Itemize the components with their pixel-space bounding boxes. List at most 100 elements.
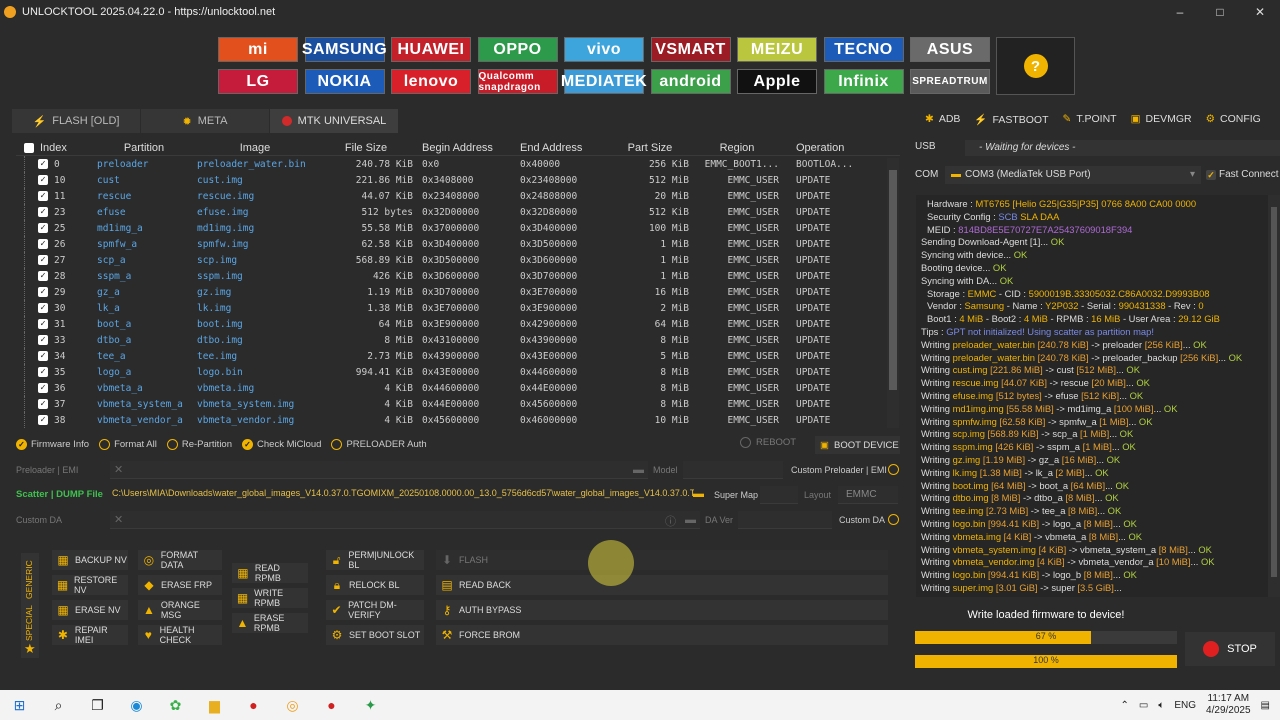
table-row[interactable]: ✓ 33 dtbo_a dtbo.img 8 MiB 0x43100000 0x439000… bbox=[16, 332, 900, 348]
header-part-size[interactable]: Part Size bbox=[608, 142, 692, 154]
brand-huawei[interactable]: HUAWEI bbox=[391, 37, 471, 62]
minimize-button[interactable]: – bbox=[1160, 0, 1200, 24]
brand-mi[interactable]: mi bbox=[218, 37, 298, 62]
row-checkbox[interactable]: ✓ bbox=[38, 351, 48, 361]
com-port-select[interactable]: ▬ COM3 (MediaTek USB Port) ▾ bbox=[945, 166, 1201, 184]
row-checkbox[interactable]: ✓ bbox=[38, 399, 48, 409]
start-icon[interactable]: ⊞ bbox=[0, 690, 39, 720]
file-explorer-icon[interactable]: ▆ bbox=[195, 690, 234, 720]
set-boot-slot-button[interactable]: ⚙ SET BOOT SLOT bbox=[326, 625, 424, 645]
brand-nokia[interactable]: NOKIA bbox=[304, 69, 385, 94]
log-scrollbar[interactable] bbox=[1268, 195, 1280, 597]
task-view-icon[interactable]: ❐ bbox=[78, 690, 117, 720]
header-image[interactable]: Image bbox=[194, 142, 316, 154]
write-rpmb-button[interactable]: ▦ WRITE RPMB bbox=[232, 588, 308, 608]
row-checkbox[interactable]: ✓ bbox=[38, 191, 48, 201]
custom-da-radio[interactable] bbox=[888, 514, 899, 525]
usb-device-select[interactable]: - Waiting for devices - bbox=[965, 140, 1280, 156]
brand-vsmart[interactable]: VSMART bbox=[650, 37, 731, 62]
row-checkbox[interactable]: ✓ bbox=[38, 287, 48, 297]
brand-oppo[interactable]: OPPO bbox=[477, 37, 558, 62]
brand-qualcomm-snapdragon[interactable]: Qualcomm snapdragon bbox=[477, 69, 558, 94]
erase-nv-button[interactable]: ▦ ERASE NV bbox=[52, 600, 128, 620]
row-checkbox[interactable]: ✓ bbox=[38, 335, 48, 345]
table-row[interactable]: ✓ 26 spmfw_a spmfw.img 62.58 KiB 0x3D400000 0x… bbox=[16, 236, 900, 252]
table-row[interactable]: ✓ 10 cust cust.img 221.86 MiB 0x3408000 0x2340… bbox=[16, 172, 900, 188]
info-icon[interactable]: ⓘ bbox=[665, 513, 676, 529]
scrollbar-thumb[interactable] bbox=[889, 170, 897, 390]
reboot-option[interactable]: REBOOT bbox=[740, 437, 796, 448]
super-map-select[interactable] bbox=[760, 486, 798, 504]
format-data-button[interactable]: ◎ FORMAT DATA bbox=[138, 550, 222, 570]
table-scrollbar[interactable] bbox=[887, 158, 899, 428]
option-re-partition[interactable]: Re-Partition bbox=[166, 438, 232, 450]
table-row[interactable]: ✓ 0 preloader preloader_water.bin 240.78 KiB… bbox=[16, 156, 900, 172]
option-preloader-auth[interactable]: PRELOADER Auth bbox=[331, 438, 427, 450]
table-row[interactable]: ✓ 25 md1img_a md1img.img 55.58 MiB 0x37000000… bbox=[16, 220, 900, 236]
side-tab-special[interactable]: SPECIAL bbox=[24, 605, 34, 641]
read-back-button[interactable]: ▤ READ BACK bbox=[436, 575, 888, 595]
row-checkbox[interactable]: ✓ bbox=[38, 319, 48, 329]
unlocktool-icon[interactable]: ◎ bbox=[273, 690, 312, 720]
repair-imei-button[interactable]: ✱ REPAIR IMEI bbox=[52, 625, 128, 645]
language-indicator[interactable]: ENG bbox=[1174, 700, 1196, 711]
table-row[interactable]: ✓ 29 gz_a gz.img 1.19 MiB 0x3D700000 0x3E70000… bbox=[16, 284, 900, 300]
brand-spreadtrum[interactable]: SPREADTRUM bbox=[910, 69, 990, 94]
brand-samsung[interactable]: SAMSUNG bbox=[302, 37, 387, 62]
header-region[interactable]: Region bbox=[692, 142, 782, 154]
table-row[interactable]: ✓ 37 vbmeta_system_a vbmeta_system.img 4 KiB… bbox=[16, 396, 900, 412]
brand-lg[interactable]: LG bbox=[218, 69, 298, 94]
read-rpmb-button[interactable]: ▦ READ RPMB bbox=[232, 563, 308, 583]
layout-select[interactable]: EMMC bbox=[838, 486, 898, 504]
edge-icon[interactable]: ◉ bbox=[117, 690, 156, 720]
search-icon[interactable]: ⌕ bbox=[39, 690, 78, 720]
custom-preloader-radio[interactable] bbox=[888, 464, 899, 475]
relock-bl-button[interactable]: 🔒︎ RELOCK BL bbox=[326, 575, 424, 595]
table-row[interactable]: ✓ 27 scp_a scp.img 568.89 KiB 0x3D500000 0x3D6… bbox=[16, 252, 900, 268]
brand-asus[interactable]: ASUS bbox=[910, 37, 990, 62]
tab-flash-old[interactable]: ⚡ FLASH [OLD] bbox=[12, 109, 141, 133]
folder-icon[interactable]: ▬ bbox=[693, 488, 704, 500]
header-end-address[interactable]: End Address bbox=[512, 142, 608, 154]
restore-nv-button[interactable]: ▦ RESTORE NV bbox=[52, 575, 128, 595]
table-row[interactable]: ✓ 35 logo_a logo.bin 994.41 KiB 0x43E00000 0x4… bbox=[16, 364, 900, 380]
health-check-button[interactable]: ♥ HEALTH CHECK bbox=[138, 625, 222, 645]
da-ver-select[interactable] bbox=[738, 511, 832, 529]
recorder-icon[interactable]: ● bbox=[234, 690, 273, 720]
auth-bypass-button[interactable]: ⚷ AUTH BYPASS bbox=[436, 600, 888, 620]
brand-vivo[interactable]: vivo bbox=[564, 37, 644, 62]
row-checkbox[interactable]: ✓ bbox=[38, 159, 48, 169]
row-checkbox[interactable]: ✓ bbox=[38, 303, 48, 313]
config-button[interactable]: ⚙ CONFIG bbox=[1206, 113, 1261, 125]
table-row[interactable]: ✓ 38 vbmeta_vendor_a vbmeta_vendor.img 4 KiB… bbox=[16, 412, 900, 428]
table-row[interactable]: ✓ 23 efuse efuse.img 512 bytes 0x32D00000 0x32… bbox=[16, 204, 900, 220]
select-all-checkbox[interactable] bbox=[24, 142, 34, 153]
clear-icon[interactable]: ✕ bbox=[114, 463, 123, 476]
option-firmware-info[interactable]: ✓ Firmware Info bbox=[16, 438, 89, 450]
flash-button[interactable]: ⬇ FLASH bbox=[436, 550, 888, 570]
row-checkbox[interactable]: ✓ bbox=[38, 175, 48, 185]
row-checkbox[interactable]: ✓ bbox=[38, 383, 48, 393]
clear-icon[interactable]: ✕ bbox=[114, 513, 123, 526]
clock[interactable]: 11:17 AM 4/29/2025 bbox=[1206, 693, 1251, 717]
tab-mtk-universal[interactable]: MTK UNIVERSAL bbox=[270, 109, 399, 133]
chevron-up-icon[interactable]: ⌃ bbox=[1121, 700, 1129, 711]
brand-apple[interactable]: Apple bbox=[737, 69, 817, 94]
row-checkbox[interactable]: ✓ bbox=[38, 207, 48, 217]
volume-icon[interactable]: 🔈︎ bbox=[1158, 700, 1164, 711]
model-select[interactable] bbox=[683, 461, 783, 479]
row-checkbox[interactable]: ✓ bbox=[38, 223, 48, 233]
header-begin-address[interactable]: Begin Address bbox=[416, 142, 512, 154]
header-partition[interactable]: Partition bbox=[94, 142, 194, 154]
scrollbar-thumb[interactable] bbox=[1271, 207, 1277, 577]
stop-button[interactable]: STOP bbox=[1185, 632, 1275, 666]
brand-mediatek[interactable]: MEDIATEK bbox=[561, 69, 647, 94]
maximize-button[interactable]: □ bbox=[1200, 0, 1240, 24]
fast-connect-checkbox[interactable]: ✓ bbox=[1206, 170, 1216, 180]
row-checkbox[interactable]: ✓ bbox=[38, 415, 48, 425]
orange-msg-button[interactable]: ▲ ORANGE MSG bbox=[138, 600, 222, 620]
backup-nv-button[interactable]: ▦ BACKUP NV bbox=[52, 550, 128, 570]
table-row[interactable]: ✓ 36 vbmeta_a vbmeta.img 4 KiB 0x44600000 0x44… bbox=[16, 380, 900, 396]
row-checkbox[interactable]: ✓ bbox=[38, 271, 48, 281]
option-format-all[interactable]: Format All bbox=[99, 438, 157, 450]
